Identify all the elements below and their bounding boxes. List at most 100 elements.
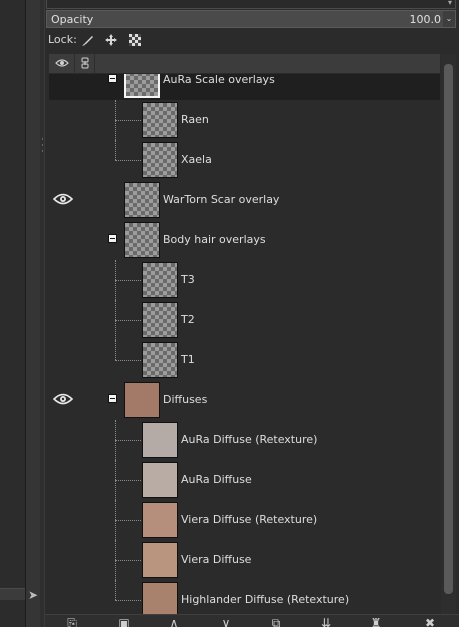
layer-name[interactable]: Diffuses [163, 393, 207, 406]
layer-chain-toggle[interactable] [77, 430, 97, 450]
layer-visibility-toggle[interactable] [51, 270, 75, 290]
layer-thumbnail[interactable] [142, 302, 178, 338]
layer-visibility-toggle[interactable] [51, 470, 75, 490]
layer-name[interactable]: T3 [181, 273, 195, 286]
layer-chain-toggle[interactable] [77, 350, 97, 370]
layer-name[interactable]: AuRa Diffuse [181, 473, 252, 486]
layer-row[interactable]: AuRa Diffuse (Retexture) [49, 420, 440, 460]
opacity-control[interactable]: Opacity 100.0 ⌄ [46, 10, 456, 28]
layer-chain-toggle[interactable] [77, 310, 97, 330]
layer-name[interactable]: T2 [181, 313, 195, 326]
layer-name[interactable]: T1 [181, 353, 195, 366]
layer-chain-toggle[interactable] [77, 74, 97, 90]
new-layer-icon[interactable]: ⎘ [63, 615, 81, 627]
layer-visibility-toggle[interactable] [51, 150, 75, 170]
lock-pixels-brush-icon[interactable] [80, 32, 96, 48]
dock-separator[interactable] [40, 0, 44, 627]
new-layer-group-icon[interactable]: ▣ [115, 615, 133, 627]
layer-row[interactable]: T1 [49, 340, 440, 380]
collapse-group-icon[interactable] [108, 74, 117, 83]
layer-row[interactable]: Body hair overlays [49, 220, 440, 260]
layer-thumbnail[interactable] [142, 462, 178, 498]
raise-layer-icon[interactable]: ∧ [165, 615, 183, 627]
layer-row[interactable]: AuRa Diffuse [49, 460, 440, 500]
canvas-vertical-scrollbar[interactable] [26, 0, 40, 627]
lock-alpha-checker-icon[interactable] [127, 32, 143, 48]
layers-list[interactable]: AuRa Scale overlays Raen Xaela WarTorn Scar… [49, 74, 440, 614]
layer-chain-toggle[interactable] [77, 510, 97, 530]
visibility-column-header[interactable] [49, 54, 75, 74]
layer-chain-toggle[interactable] [77, 110, 97, 130]
layer-chain-toggle[interactable] [77, 590, 97, 610]
layer-name[interactable]: Viera Diffuse (Retexture) [181, 513, 317, 526]
layer-visibility-toggle[interactable] [51, 550, 75, 570]
layer-thumbnail[interactable] [142, 542, 178, 578]
merge-down-icon[interactable]: ⇊ [317, 615, 335, 627]
dock-grip-icon[interactable]: · · · [41, 136, 44, 157]
layer-visibility-toggle[interactable] [51, 310, 75, 330]
layer-visibility-toggle[interactable] [51, 510, 75, 530]
layer-name[interactable]: Viera Diffuse [181, 553, 251, 566]
collapse-group-icon[interactable] [108, 234, 117, 243]
layer-name[interactable]: Body hair overlays [163, 233, 266, 246]
layer-thumbnail[interactable] [142, 262, 178, 298]
layer-visibility-toggle[interactable] [51, 74, 75, 90]
layer-name[interactable]: Highlander Diffuse (Retexture) [181, 593, 349, 606]
layer-thumbnail[interactable] [124, 74, 160, 98]
layer-row[interactable]: T2 [49, 300, 440, 340]
opacity-spinner-icon[interactable]: ⌄ [443, 11, 455, 27]
tree-line [115, 160, 141, 161]
layer-thumbnail[interactable] [124, 222, 160, 258]
chain-column-header[interactable] [75, 54, 95, 74]
layer-row[interactable]: Raen [49, 100, 440, 140]
layer-row[interactable]: Xaela [49, 140, 440, 180]
layer-name[interactable]: WarTorn Scar overlay [163, 193, 279, 206]
layer-thumbnail[interactable] [142, 582, 178, 614]
lower-layer-icon[interactable]: ∨ [217, 615, 235, 627]
layer-chain-toggle[interactable] [77, 390, 97, 410]
layer-thumbnail[interactable] [124, 382, 160, 418]
layer-thumbnail[interactable] [142, 422, 178, 458]
layer-chain-toggle[interactable] [77, 550, 97, 570]
lock-label: Lock: [48, 33, 77, 46]
layer-visibility-toggle[interactable] [51, 110, 75, 130]
layer-visibility-toggle[interactable] [51, 430, 75, 450]
layer-chain-toggle[interactable] [77, 270, 97, 290]
navigate-arrow-icon[interactable]: ➤ [28, 588, 38, 602]
layer-visibility-toggle[interactable] [51, 230, 75, 250]
layer-visibility-toggle[interactable] [51, 350, 75, 370]
duplicate-layer-icon[interactable]: ⧉ [267, 615, 285, 627]
layer-row[interactable]: T3 [49, 260, 440, 300]
layers-scrollbar[interactable] [441, 54, 456, 614]
layer-visibility-toggle[interactable] [51, 590, 75, 610]
canvas-horizontal-scrollbar[interactable] [0, 588, 25, 600]
layer-row[interactable]: Diffuses [49, 380, 440, 420]
layers-scrollbar-thumb[interactable] [444, 64, 453, 594]
layer-row[interactable]: AuRa Scale overlays [49, 74, 440, 100]
layer-chain-toggle[interactable] [77, 470, 97, 490]
layer-row[interactable]: Viera Diffuse (Retexture) [49, 500, 440, 540]
layer-visibility-toggle[interactable] [51, 390, 75, 410]
layer-chain-toggle[interactable] [77, 190, 97, 210]
layer-thumbnail[interactable] [142, 502, 178, 538]
layer-chain-toggle[interactable] [77, 150, 97, 170]
layer-chain-toggle[interactable] [77, 230, 97, 250]
opacity-value[interactable]: 100.0 [410, 13, 442, 26]
layer-visibility-toggle[interactable] [51, 190, 75, 210]
mode-dropdown[interactable]: ▾ [46, 0, 456, 9]
layer-row[interactable]: Highlander Diffuse (Retexture) [49, 580, 440, 614]
layer-row[interactable]: WarTorn Scar overlay [49, 180, 440, 220]
layer-thumbnail[interactable] [124, 182, 160, 218]
lock-position-move-icon[interactable] [103, 32, 119, 48]
layer-thumbnail[interactable] [142, 342, 178, 378]
delete-layer-icon[interactable]: ✖ [421, 615, 439, 627]
layer-thumbnail[interactable] [142, 142, 178, 178]
layer-name[interactable]: Xaela [181, 153, 212, 166]
add-mask-icon[interactable]: ♜ [367, 615, 385, 627]
layer-name[interactable]: AuRa Scale overlays [163, 74, 275, 86]
collapse-group-icon[interactable] [108, 394, 117, 403]
layer-thumbnail[interactable] [142, 102, 178, 138]
layer-name[interactable]: AuRa Diffuse (Retexture) [181, 433, 317, 446]
layer-row[interactable]: Viera Diffuse [49, 540, 440, 580]
layer-name[interactable]: Raen [181, 113, 209, 126]
